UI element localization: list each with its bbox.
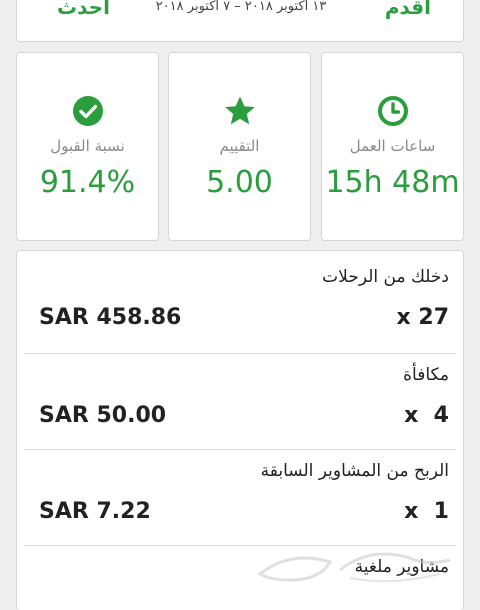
newer-week-button[interactable]: أحدث — [57, 0, 110, 19]
star-icon — [224, 96, 255, 125]
acceptance-rate-label: نسبة القبول — [50, 137, 125, 155]
hours-online-card: ساعات العمل 15h 48m — [321, 52, 464, 241]
acceptance-rate-value: 91.4% — [39, 165, 136, 200]
hours-online-value: 15h 48m — [325, 165, 460, 200]
previous-trips-title: الربح من المشاوير السابقة — [260, 461, 449, 481]
trip-earnings-row[interactable]: دخلك من الرحلات SAR 458.86 x 27 — [25, 253, 455, 349]
week-navigation: أحدث ١٣ أكتوبر ٢٠١٨ – ٧ أكتوبر ٢٠١٨ أقدم — [16, 0, 464, 42]
rating-value: 5.00 — [206, 165, 273, 200]
hours-online-label: ساعات العمل — [349, 137, 436, 155]
acceptance-rate-card: نسبة القبول 91.4% — [16, 52, 159, 241]
bonus-row[interactable]: مكافأة SAR 50.00 x 4 — [25, 351, 455, 447]
clock-icon — [377, 96, 408, 126]
bonus-amount: SAR 50.00 — [39, 403, 167, 428]
bonus-title: مكافأة — [403, 365, 449, 385]
older-week-button[interactable]: أقدم — [385, 0, 431, 19]
previous-trips-amount: SAR 7.22 — [39, 499, 151, 524]
rating-label: التقييم — [219, 137, 260, 155]
check-circle-icon — [72, 96, 103, 126]
previous-trips-row[interactable]: الربح من المشاوير السابقة SAR 7.22 x 1 — [25, 447, 455, 543]
bonus-count: x 4 — [404, 403, 449, 428]
trip-earnings-amount: SAR 458.86 — [39, 305, 182, 330]
watermark-logo — [257, 552, 451, 583]
date-range: ١٣ أكتوبر ٢٠١٨ – ٧ أكتوبر ٢٠١٨ — [155, 0, 327, 14]
trip-earnings-count: x 27 — [396, 305, 449, 330]
rating-card: التقييم 5.00 — [168, 52, 311, 241]
previous-trips-count: x 1 — [404, 499, 449, 524]
trip-earnings-title: دخلك من الرحلات — [322, 267, 449, 287]
